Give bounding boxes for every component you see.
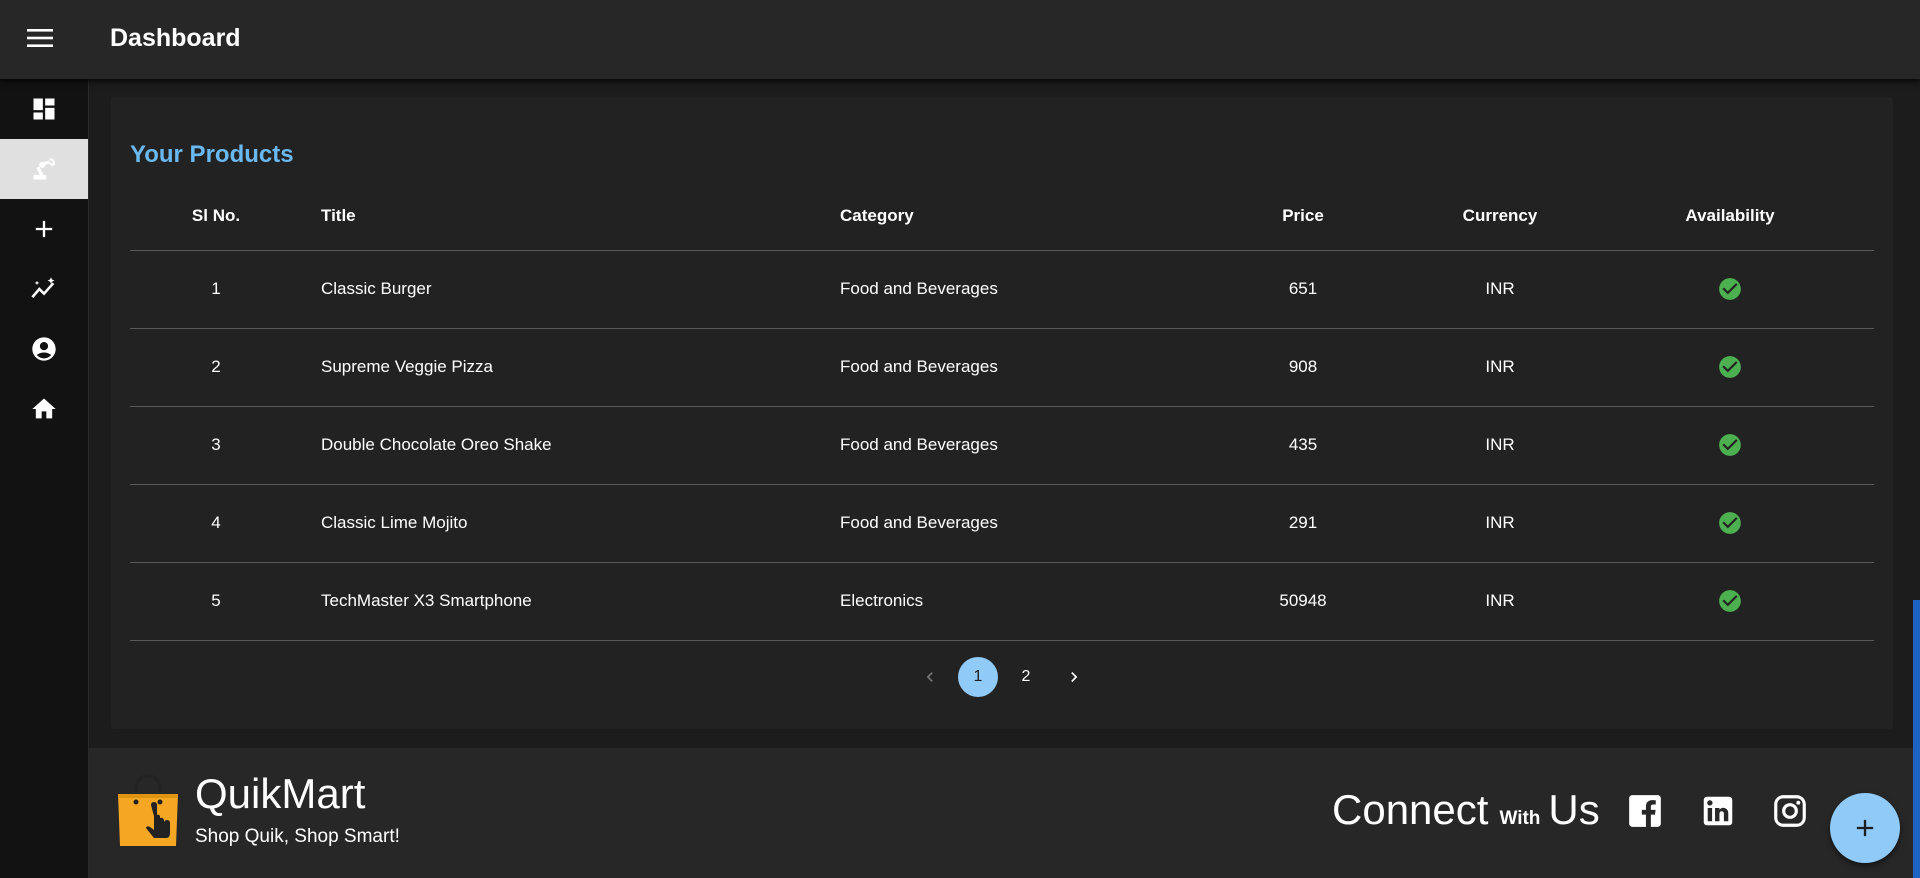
table-row[interactable]: 4 Classic Lime Mojito Food and Beverages 29… — [130, 484, 1874, 563]
check-circle-icon — [1719, 356, 1741, 378]
account-circle-icon — [32, 337, 56, 361]
cell-category: Food and Beverages — [840, 328, 1192, 407]
cell-category: Food and Beverages — [840, 250, 1192, 329]
sidebar — [0, 79, 89, 878]
app-bar: Dashboard — [0, 0, 1920, 79]
facebook-icon — [1629, 795, 1661, 827]
cell-availability — [1586, 562, 1874, 641]
table-row[interactable]: 3 Double Chocolate Oreo Shake Food and Bev… — [130, 406, 1874, 485]
previous-page-button[interactable] — [910, 657, 950, 697]
products-heading: Your Products — [130, 141, 294, 168]
add-icon — [1856, 819, 1874, 837]
column-header-currency: Currency — [1414, 183, 1586, 251]
cell-price: 908 — [1192, 328, 1414, 407]
connect-heading: Connect With Us — [1332, 786, 1600, 834]
instagram-link[interactable] — [1771, 792, 1809, 830]
connect-us-text: Us — [1548, 786, 1600, 833]
cell-price: 291 — [1192, 484, 1414, 563]
linkedin-link[interactable] — [1699, 792, 1737, 830]
cell-availability — [1586, 328, 1874, 407]
cell-sl: 2 — [130, 328, 302, 407]
cell-currency: INR — [1414, 406, 1586, 485]
sidebar-item-dashboard[interactable] — [0, 79, 88, 139]
linkedin-icon — [1703, 796, 1733, 826]
facebook-link[interactable] — [1626, 792, 1664, 830]
check-circle-icon — [1719, 512, 1741, 534]
main-content: Your Products Sl No. Title Category Pric… — [89, 79, 1920, 878]
footer: QuikMart Shop Quik, Shop Smart! Connect … — [89, 748, 1920, 878]
page-button-2[interactable]: 2 — [1006, 657, 1046, 697]
cell-availability — [1586, 484, 1874, 563]
table-row[interactable]: 1 Classic Burger Food and Beverages 651 INR — [130, 250, 1874, 329]
cell-title: Classic Lime Mojito — [302, 484, 840, 563]
dashboard-icon — [33, 98, 55, 120]
cell-currency: INR — [1414, 484, 1586, 563]
table-row[interactable]: 2 Supreme Veggie Pizza Food and Beverages 9… — [130, 328, 1874, 407]
products-table: Sl No. Title Category Price Currency Ava… — [130, 183, 1874, 641]
home-icon — [32, 398, 56, 419]
cell-price: 50948 — [1192, 562, 1414, 641]
menu-button[interactable] — [20, 20, 60, 56]
cell-title: Classic Burger — [302, 250, 840, 329]
analytics-icon — [31, 277, 55, 299]
column-header-title: Title — [302, 183, 840, 251]
page-button-1[interactable]: 1 — [958, 657, 998, 697]
sidebar-item-analytics[interactable] — [0, 259, 88, 319]
chevron-left-icon — [926, 672, 933, 682]
sidebar-item-products[interactable] — [0, 139, 88, 199]
products-card: Your Products Sl No. Title Category Pric… — [111, 97, 1893, 729]
cell-title: TechMaster X3 Smartphone — [302, 562, 840, 641]
cell-price: 651 — [1192, 250, 1414, 329]
menu-icon — [27, 29, 53, 47]
cell-currency: INR — [1414, 328, 1586, 407]
add-icon — [35, 220, 53, 238]
table-row[interactable]: 5 TechMaster X3 Smartphone Electronics 5094… — [130, 562, 1874, 641]
page-title: Dashboard — [110, 24, 241, 52]
cell-price: 435 — [1192, 406, 1414, 485]
chevron-right-icon — [1071, 672, 1078, 682]
products-robot-arm-icon — [33, 158, 56, 180]
cell-category: Food and Beverages — [840, 406, 1192, 485]
brand-name: QuikMart — [195, 770, 366, 817]
instagram-icon — [1774, 795, 1806, 827]
brand-tagline: Shop Quik, Shop Smart! — [195, 826, 400, 847]
cell-title: Double Chocolate Oreo Shake — [302, 406, 840, 485]
cell-availability — [1586, 406, 1874, 485]
sidebar-item-add[interactable] — [0, 199, 88, 259]
next-page-button[interactable] — [1054, 657, 1094, 697]
column-header-price: Price — [1192, 183, 1414, 251]
connect-text: Connect — [1332, 786, 1489, 833]
cell-sl: 5 — [130, 562, 302, 641]
cell-currency: INR — [1414, 562, 1586, 641]
cell-category: Food and Beverages — [840, 484, 1192, 563]
column-header-sl: Sl No. — [130, 183, 302, 251]
column-header-category: Category — [840, 183, 1192, 251]
cell-title: Supreme Veggie Pizza — [302, 328, 840, 407]
check-circle-icon — [1719, 278, 1741, 300]
sidebar-item-home[interactable] — [0, 379, 88, 439]
table-header-row: Sl No. Title Category Price Currency Ava… — [130, 183, 1874, 251]
cell-sl: 4 — [130, 484, 302, 563]
scrollbar-thumb[interactable] — [1913, 600, 1920, 878]
add-fab-button[interactable] — [1830, 793, 1900, 863]
pagination: 1 2 — [111, 657, 1893, 697]
quikmart-logo — [118, 774, 178, 846]
cell-sl: 3 — [130, 406, 302, 485]
sidebar-item-account[interactable] — [0, 319, 88, 379]
cell-currency: INR — [1414, 250, 1586, 329]
column-header-availability: Availability — [1586, 183, 1874, 251]
connect-with-text: With — [1499, 808, 1541, 829]
check-circle-icon — [1719, 434, 1741, 456]
cell-sl: 1 — [130, 250, 302, 329]
cell-category: Electronics — [840, 562, 1192, 641]
cell-availability — [1586, 250, 1874, 329]
check-circle-icon — [1719, 590, 1741, 612]
